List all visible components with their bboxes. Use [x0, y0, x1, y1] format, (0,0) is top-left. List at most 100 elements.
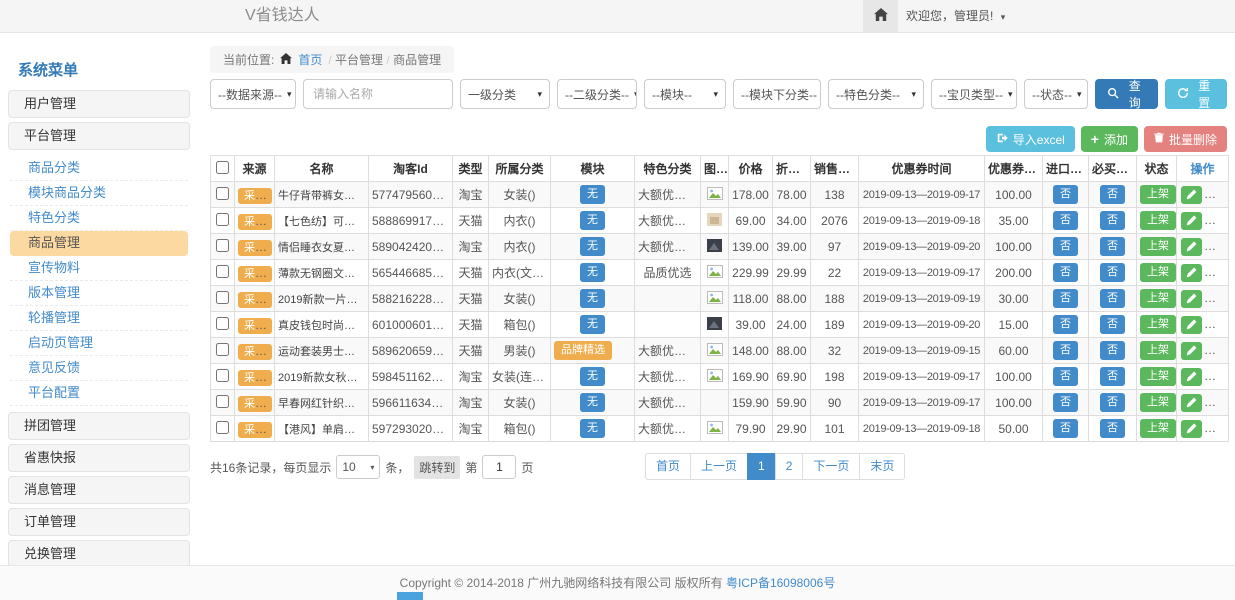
sidebar-item[interactable]: 平台配置: [10, 381, 188, 406]
must-buy-toggle[interactable]: 否: [1100, 185, 1125, 203]
page-button[interactable]: 首页: [645, 453, 691, 480]
sidebar-group[interactable]: 消息管理: [8, 476, 190, 504]
sidebar-item[interactable]: 启动页管理: [10, 331, 188, 356]
filter-select[interactable]: --宝贝类型--▾: [931, 79, 1017, 109]
imported-toggle[interactable]: 否: [1053, 367, 1078, 385]
product-name: 【港风】单肩斜跨链条...: [275, 416, 369, 442]
sidebar-group[interactable]: 用户管理: [8, 90, 190, 118]
sidebar-item[interactable]: 轮播管理: [10, 306, 188, 331]
must-buy-toggle[interactable]: 否: [1100, 367, 1125, 385]
edit-button[interactable]: [1181, 342, 1202, 360]
row-checkbox[interactable]: [216, 343, 229, 356]
status-toggle[interactable]: 上架: [1140, 237, 1176, 255]
app-brand[interactable]: V省钱达人: [245, 0, 320, 32]
status-toggle[interactable]: 上架: [1140, 289, 1176, 307]
status-toggle[interactable]: 上架: [1140, 263, 1176, 281]
edit-button[interactable]: [1181, 394, 1202, 412]
imported-toggle[interactable]: 否: [1053, 289, 1078, 307]
name-search-input[interactable]: [303, 79, 453, 109]
filter-select[interactable]: --特色分类--▾: [828, 79, 924, 109]
page-button[interactable]: 上一页: [690, 453, 748, 480]
edit-button[interactable]: [1181, 212, 1202, 230]
sidebar-item[interactable]: 商品管理: [10, 231, 188, 256]
must-buy-toggle[interactable]: 否: [1100, 263, 1125, 281]
status-toggle[interactable]: 上架: [1140, 419, 1176, 437]
row-checkbox[interactable]: [216, 239, 229, 252]
must-buy-toggle[interactable]: 否: [1100, 315, 1125, 333]
discount-price: 88.00: [773, 338, 811, 364]
per-page-select[interactable]: 10 ▾: [336, 455, 380, 479]
row-checkbox[interactable]: [216, 213, 229, 226]
filter-select[interactable]: --二级分类--▾: [557, 79, 637, 109]
import-excel-button[interactable]: 导入excel: [986, 126, 1075, 152]
status-toggle[interactable]: 上架: [1140, 367, 1176, 385]
edit-button[interactable]: [1181, 290, 1202, 308]
filter-select[interactable]: --模块--▾: [644, 79, 726, 109]
status-toggle[interactable]: 上架: [1140, 211, 1176, 229]
sidebar-item[interactable]: 商品分类: [10, 156, 188, 181]
status-toggle[interactable]: 上架: [1140, 185, 1176, 203]
status-toggle[interactable]: 上架: [1140, 315, 1176, 333]
sidebar-group[interactable]: 订单管理: [8, 508, 190, 536]
filter-select[interactable]: --状态--▾: [1024, 79, 1088, 109]
sidebar-item[interactable]: 模块商品分类: [10, 181, 188, 206]
imported-toggle[interactable]: 否: [1053, 393, 1078, 411]
imported-toggle[interactable]: 否: [1053, 185, 1078, 203]
status-toggle[interactable]: 上架: [1140, 341, 1176, 359]
sidebar-item[interactable]: 宣传物料: [10, 256, 188, 281]
row-checkbox[interactable]: [216, 369, 229, 382]
imported-toggle[interactable]: 否: [1053, 341, 1078, 359]
imported-toggle[interactable]: 否: [1053, 211, 1078, 229]
edit-button[interactable]: [1181, 238, 1202, 256]
filter-select[interactable]: --模块下分类--▾: [733, 79, 821, 109]
page-button[interactable]: 2: [775, 453, 804, 480]
must-buy-toggle[interactable]: 否: [1100, 237, 1125, 255]
imported-toggle[interactable]: 否: [1053, 419, 1078, 437]
jump-button[interactable]: 跳转到: [414, 456, 460, 479]
must-buy-toggle[interactable]: 否: [1100, 289, 1125, 307]
filter-select[interactable]: 一级分类▾: [460, 79, 550, 109]
imported-toggle[interactable]: 否: [1053, 263, 1078, 281]
imported-toggle[interactable]: 否: [1053, 315, 1078, 333]
row-checkbox[interactable]: [216, 291, 229, 304]
edit-button[interactable]: [1181, 264, 1202, 282]
must-buy-toggle[interactable]: 否: [1100, 393, 1125, 411]
sidebar-group[interactable]: 平台管理: [8, 122, 190, 150]
row-checkbox[interactable]: [216, 187, 229, 200]
sidebar-group[interactable]: 拼团管理: [8, 412, 190, 440]
breadcrumb-home-link[interactable]: 首页: [298, 51, 322, 68]
sidebar-item[interactable]: 意见反馈: [10, 356, 188, 381]
page-button[interactable]: 下一页: [802, 453, 860, 480]
source-cell: 采集: [235, 416, 275, 442]
coupon-time: 2019-09-13—2019-09-17: [859, 390, 985, 416]
query-button[interactable]: 查询: [1095, 79, 1158, 109]
page-button[interactable]: 1: [747, 453, 776, 480]
user-menu[interactable]: 欢迎您，管理员! ▾: [906, 0, 1005, 33]
home-button[interactable]: [863, 0, 898, 32]
sidebar-item[interactable]: 特色分类: [10, 206, 188, 231]
page-button[interactable]: 末页: [859, 453, 905, 480]
row-checkbox[interactable]: [216, 395, 229, 408]
status-toggle[interactable]: 上架: [1140, 393, 1176, 411]
page-number-input[interactable]: [482, 455, 516, 479]
bulk-delete-button[interactable]: 批量删除: [1144, 126, 1227, 152]
imported-toggle[interactable]: 否: [1053, 237, 1078, 255]
sidebar-group[interactable]: 兑换管理: [8, 540, 190, 565]
must-buy-toggle[interactable]: 否: [1100, 211, 1125, 229]
add-button[interactable]: + 添加: [1081, 126, 1138, 152]
edit-button[interactable]: [1181, 420, 1202, 438]
sidebar-group[interactable]: 省惠快报: [8, 444, 190, 472]
edit-button[interactable]: [1181, 368, 1202, 386]
must-buy-toggle[interactable]: 否: [1100, 419, 1125, 437]
select-all-checkbox[interactable]: [216, 161, 229, 174]
edit-button[interactable]: [1181, 186, 1202, 204]
row-checkbox[interactable]: [216, 317, 229, 330]
row-checkbox[interactable]: [216, 265, 229, 278]
icp-link[interactable]: 粤ICP备16098006号: [726, 576, 835, 590]
must-buy-toggle[interactable]: 否: [1100, 341, 1125, 359]
reset-button[interactable]: 重置: [1165, 79, 1228, 109]
filter-select[interactable]: --数据来源--▾: [210, 79, 296, 109]
edit-button[interactable]: [1181, 316, 1202, 334]
row-checkbox[interactable]: [216, 421, 229, 434]
sidebar-item[interactable]: 版本管理: [10, 281, 188, 306]
